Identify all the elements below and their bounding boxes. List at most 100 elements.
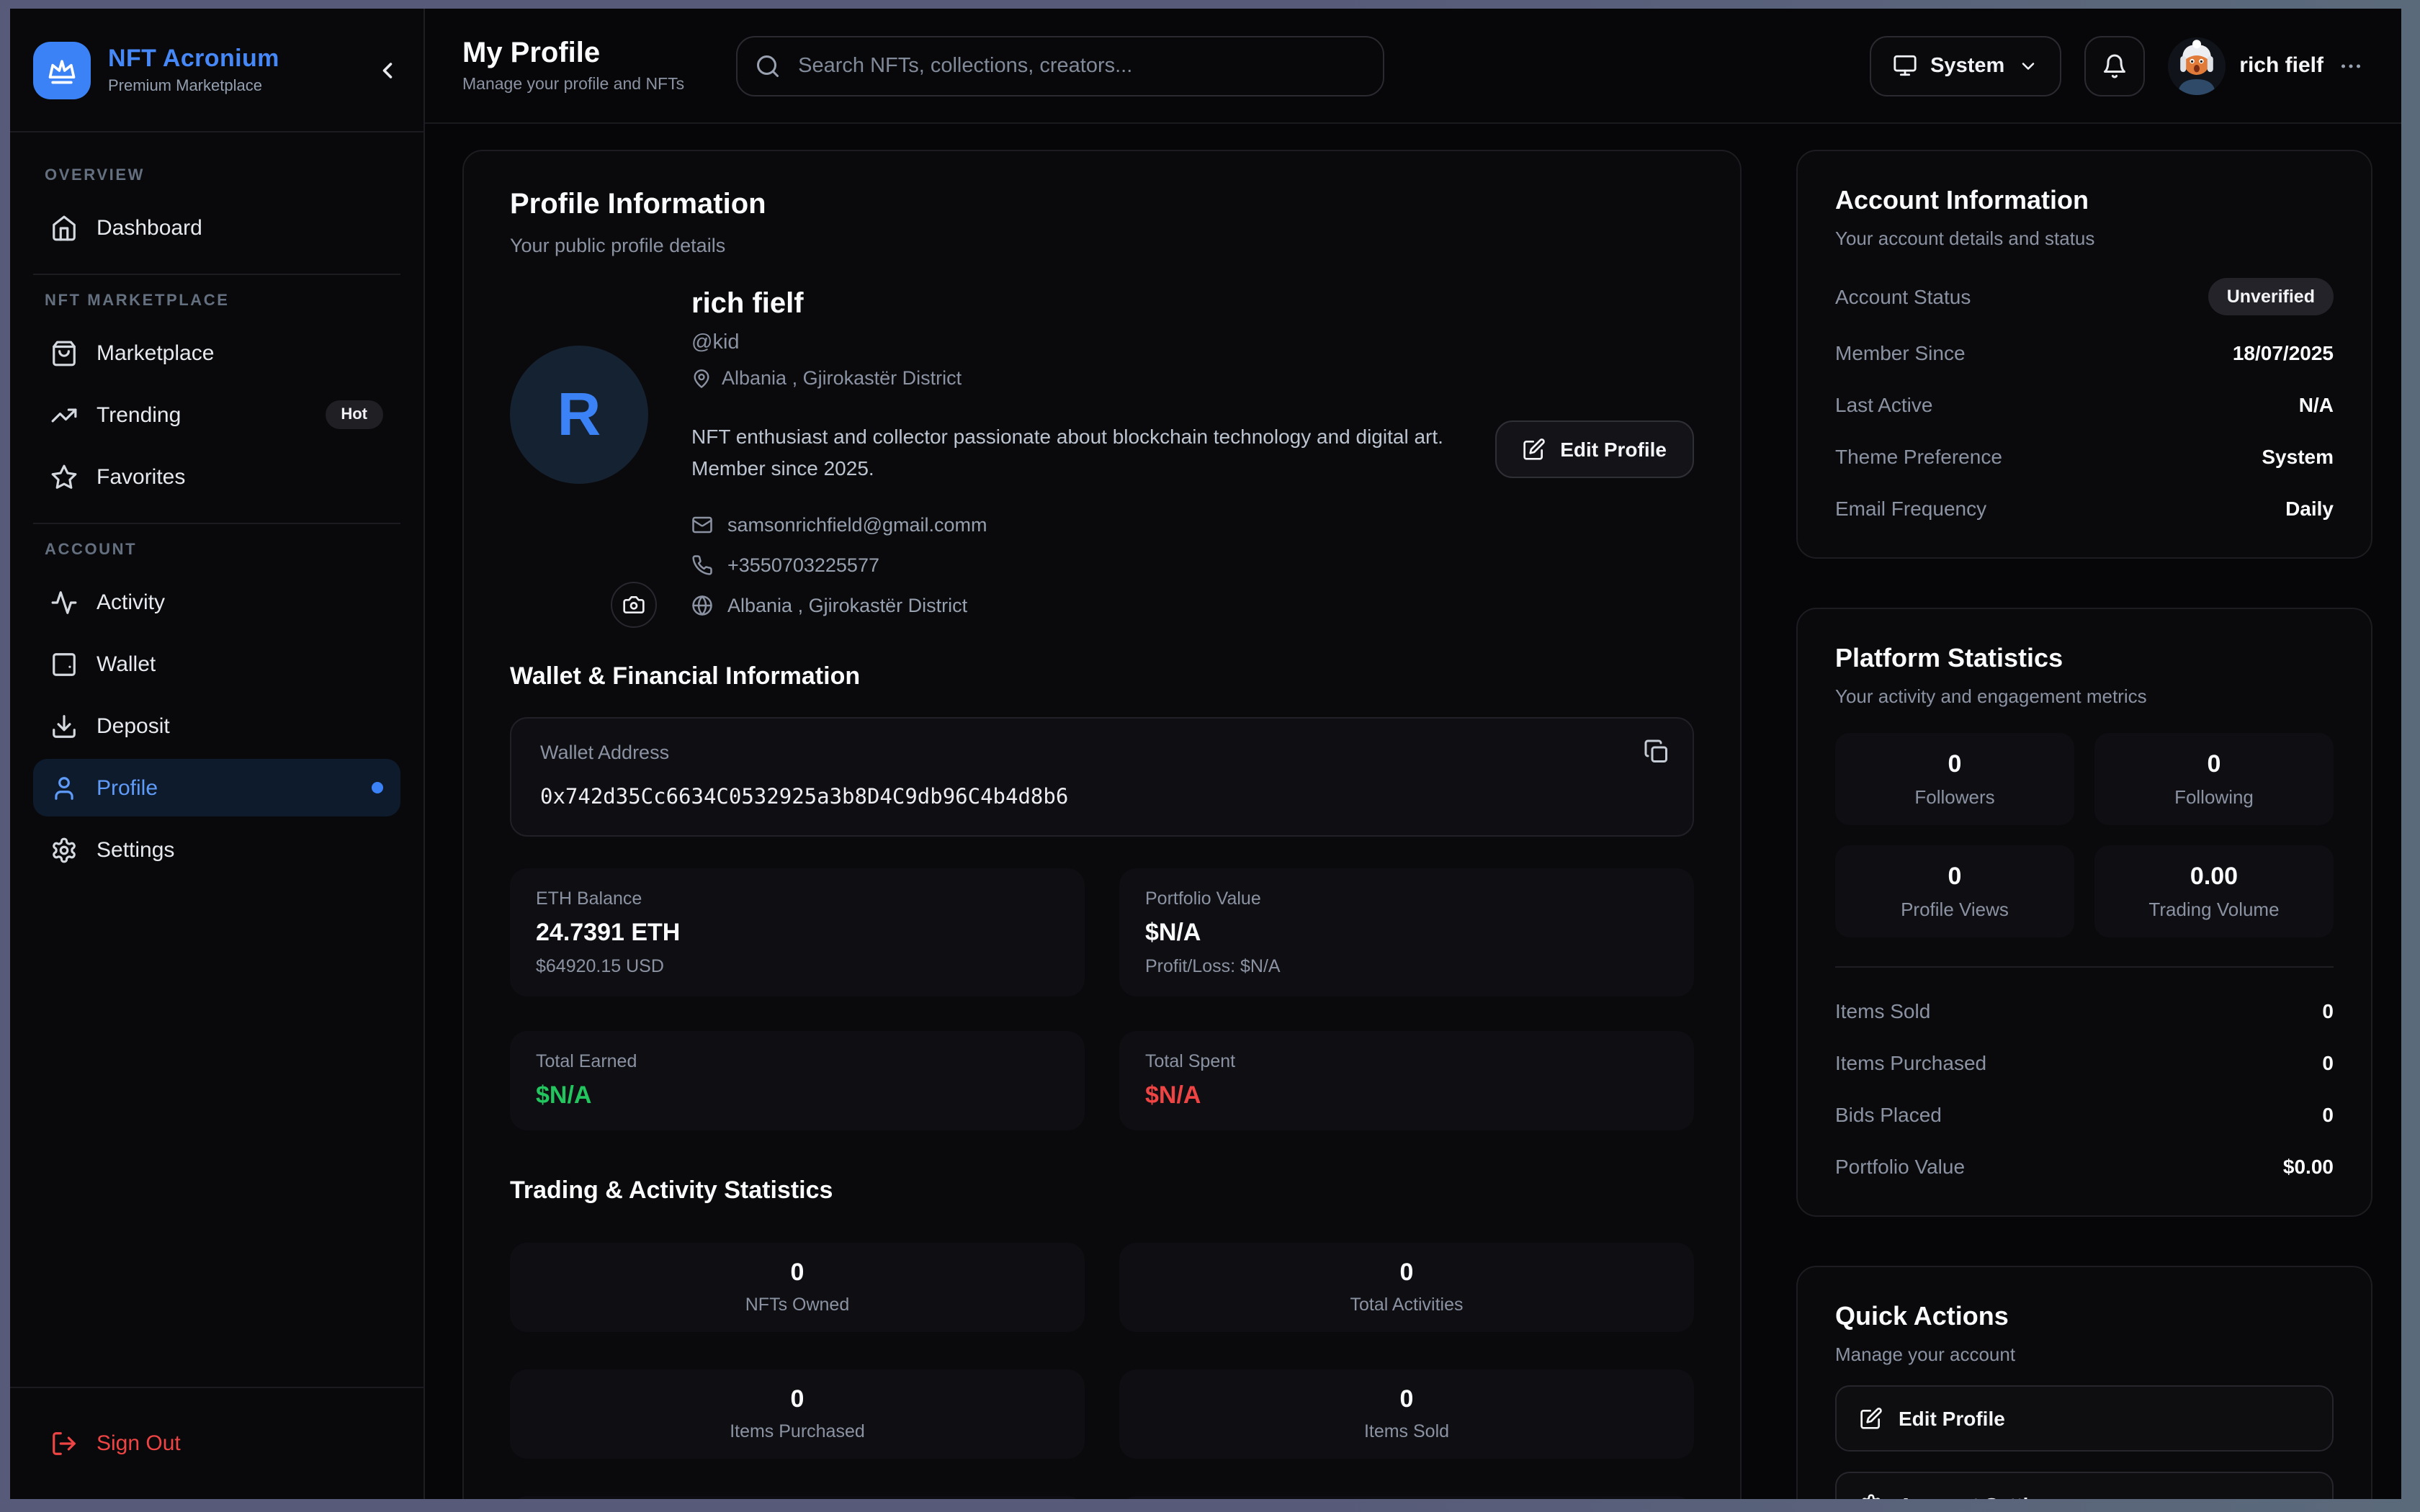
row-value: 18/07/2025 (2233, 341, 2334, 364)
sidebar-item-dashboard[interactable]: Dashboard (33, 199, 400, 256)
content-area: Profile Information Your public profile … (425, 124, 2401, 1499)
search-box (736, 35, 1384, 96)
globe-icon (691, 595, 713, 616)
main-area: My Profile Manage your profile and NFTs … (425, 9, 2401, 1499)
tile-value: 0.00 (2190, 863, 2238, 891)
stat-bids-placed: 0 Bids Placed (510, 1496, 1085, 1499)
total-earned-card: Total Earned $N/A (510, 1031, 1085, 1130)
row-value: 0 (2322, 1103, 2334, 1126)
row-value: System (2262, 445, 2334, 468)
account-information-card: Account Information Your account details… (1796, 150, 2372, 559)
stat-items-sold: 0 Items Sold (1119, 1369, 1694, 1459)
row-items-purchased: Items Purchased 0 (1835, 1048, 2334, 1077)
tile-followers: 0 Followers (1835, 733, 2074, 825)
page-heading: My Profile Manage your profile and NFTs (462, 37, 684, 94)
row-label: Items Sold (1835, 999, 1930, 1022)
desktop-frame: NFT Acronium Premium Marketplace OVERVIE… (0, 0, 2420, 1512)
total-spent-card: Total Spent $N/A (1119, 1031, 1694, 1130)
logout-icon (50, 1430, 78, 1457)
theme-label: System (1930, 54, 2004, 77)
sidebar-item-label: Activity (97, 590, 165, 614)
total-spent-label: Total Spent (1145, 1051, 1668, 1071)
row-email-frequency: Email Frequency Daily (1835, 494, 2334, 523)
sidebar-item-trending[interactable]: Trending Hot (33, 386, 400, 444)
row-label: Items Purchased (1835, 1051, 1986, 1074)
copy-wallet-button[interactable] (1644, 739, 1670, 765)
profile-summary: R rich fielf @kid (510, 288, 1694, 616)
notifications-button[interactable] (2084, 35, 2144, 96)
search-icon (755, 53, 781, 78)
total-spent-value: $N/A (1145, 1081, 1668, 1110)
bio-row: NFT enthusiast and collector passionate … (691, 420, 1694, 485)
sidebar-collapse-button[interactable] (375, 57, 400, 83)
copy-icon (1644, 739, 1670, 765)
row-last-active: Last Active N/A (1835, 390, 2334, 419)
sidebar-item-deposit[interactable]: Deposit (33, 697, 400, 755)
quick-actions-buttons: Edit Profile Account Settings (1835, 1385, 2334, 1499)
avatar (2167, 37, 2225, 94)
phone-text: +3550703225577 (727, 554, 879, 576)
section-label-overview: OVERVIEW (45, 167, 389, 184)
download-icon (50, 712, 78, 739)
sidebar-item-activity[interactable]: Activity (33, 573, 400, 631)
contact-phone: +3550703225577 (691, 554, 1694, 576)
quick-account-settings-button[interactable]: Account Settings (1835, 1472, 2334, 1499)
sidebar-item-settings[interactable]: Settings (33, 821, 400, 878)
quick-actions-card: Quick Actions Manage your account Edit P… (1796, 1266, 2372, 1499)
sidebar-divider (33, 523, 400, 524)
platform-stats-rows: Items Sold 0 Items Purchased 0 Bids Plac… (1835, 996, 2334, 1181)
sidebar-item-profile[interactable]: Profile (33, 759, 400, 816)
section-label-account: ACCOUNT (45, 541, 389, 559)
total-earned-value: $N/A (536, 1081, 1059, 1110)
sidebar-item-label: Dashboard (97, 215, 202, 240)
active-dot (372, 782, 383, 793)
sidebar-item-label: Profile (97, 775, 158, 800)
page-title: My Profile (462, 37, 684, 71)
stat-total-activities: 0 Total Activities (1119, 1243, 1694, 1332)
edit-profile-button[interactable]: Edit Profile (1495, 420, 1694, 478)
row-value: 0 (2322, 999, 2334, 1022)
row-bids-placed: Bids Placed 0 (1835, 1100, 2334, 1129)
stat-value: 0 (1400, 1259, 1414, 1288)
sign-out-button[interactable]: Sign Out (33, 1430, 198, 1457)
wallet-address-card: Wallet Address 0x742d35Cc6634C0532925a3b… (510, 717, 1694, 837)
star-icon (50, 463, 78, 490)
contact-list: samsonrichfield@gmail.comm +355070322557… (691, 514, 1694, 616)
stat-label: Total Activities (1350, 1295, 1463, 1315)
crown-icon (46, 54, 78, 86)
gear-icon (1860, 1493, 1883, 1499)
platform-stats-tiles: 0 Followers 0 Following 0 Profile Views (1835, 733, 2334, 937)
chevron-left-icon (375, 57, 400, 83)
sidebar-divider (33, 274, 400, 275)
top-bar: My Profile Manage your profile and NFTs … (425, 9, 2401, 124)
profile-name: rich fielf (691, 288, 1694, 321)
profile-username: @kid (691, 331, 1694, 354)
wallet-icon (50, 650, 78, 678)
sidebar-item-label: Wallet (97, 652, 156, 676)
row-value: Daily (2285, 497, 2334, 520)
contact-email: samsonrichfield@gmail.comm (691, 514, 1694, 536)
quick-edit-profile-button[interactable]: Edit Profile (1835, 1385, 2334, 1452)
tile-profile-views: 0 Profile Views (1835, 845, 2074, 937)
eth-balance-label: ETH Balance (536, 888, 1059, 909)
edit-profile-label: Edit Profile (1560, 438, 1667, 461)
theme-selector-button[interactable]: System (1870, 35, 2061, 96)
stat-label: Items Purchased (730, 1422, 865, 1442)
account-info-rows: Account Status Unverified Member Since 1… (1835, 278, 2334, 523)
sidebar-item-label: Settings (97, 837, 174, 862)
tile-label: Following (2174, 786, 2254, 808)
avatar-circle: R (510, 346, 648, 484)
trading-stats-grid: 0 NFTs Owned 0 Total Activities 0 Items … (510, 1243, 1694, 1499)
brand-tagline: Premium Marketplace (108, 78, 279, 95)
sidebar-item-favorites[interactable]: Favorites (33, 448, 400, 505)
sidebar-item-marketplace[interactable]: Marketplace (33, 324, 400, 382)
change-avatar-button[interactable] (611, 582, 657, 628)
search-input[interactable] (736, 35, 1384, 96)
user-menu[interactable]: rich fielf (2167, 37, 2364, 94)
row-label: Account Status (1835, 285, 1971, 308)
brand-name: NFT Acronium (108, 45, 279, 73)
row-label: Email Frequency (1835, 497, 1986, 520)
bell-icon (2101, 53, 2127, 78)
quick-actions-subtitle: Manage your account (1835, 1344, 2334, 1365)
sidebar-item-wallet[interactable]: Wallet (33, 635, 400, 693)
